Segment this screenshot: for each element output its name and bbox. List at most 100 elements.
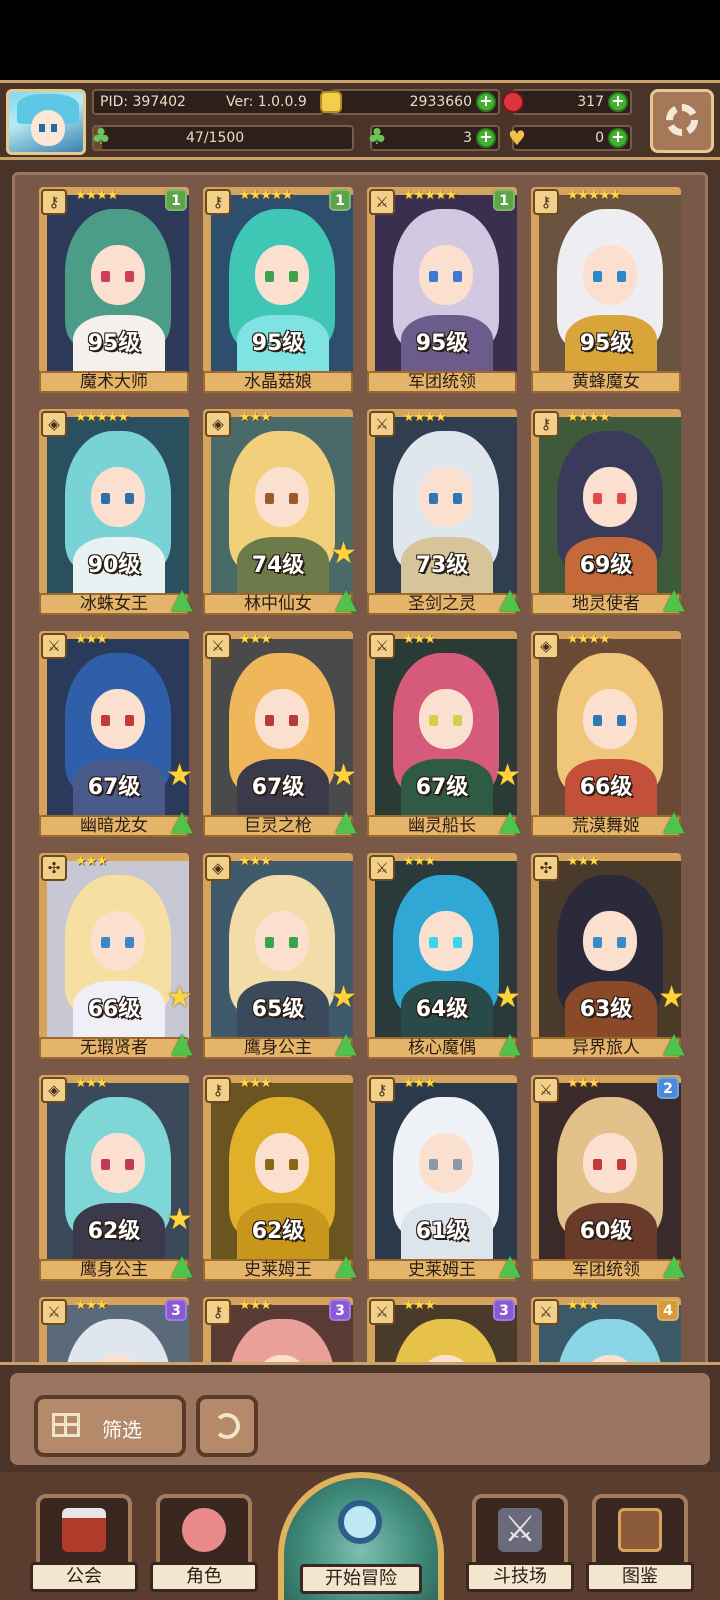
hero-card[interactable]: ⚔ ★★★ 3 [39, 1297, 189, 1367]
rarity-stars: ★★★★ [403, 410, 447, 425]
book-icon [618, 1508, 662, 1552]
cross-class-icon: ✣ [533, 855, 559, 881]
add-clover-button[interactable]: + [476, 128, 496, 148]
rarity-stars: ★★★ [239, 410, 272, 425]
ruby-icon [502, 91, 524, 113]
clover-counter: ♣ 3 + [367, 125, 500, 151]
rarity-stars: ★★★★★ [403, 188, 457, 203]
hero-card[interactable]: ◈ ★★★ 74级 林中仙女 ★ ▲ [203, 409, 357, 615]
hero-card[interactable]: ⚷ ★★★★ 1 95级 魔术大师 [39, 187, 189, 393]
hero-level: 95级 [579, 331, 633, 356]
gear-icon [666, 104, 698, 136]
filter-panel: 筛选 [0, 1362, 720, 1472]
add-gem-button[interactable]: + [608, 92, 628, 112]
key-class-icon: ⚷ [205, 1077, 231, 1103]
settings-button[interactable] [650, 89, 714, 153]
star-upgrade-icon: ★ [330, 758, 357, 793]
rarity-stars: ★★★ [239, 632, 272, 647]
hero-card[interactable]: ◈ ★★★ 62级 鹰身公主 ★ ▲ [39, 1075, 193, 1281]
hero-card[interactable]: ⚷ ★★★★★ 1 95级 水晶菇娘 [203, 187, 353, 393]
rarity-stars: ★★★★★ [75, 410, 129, 425]
shield-class-icon: ◈ [41, 1077, 67, 1103]
hero-name: 魔术大师 [39, 371, 189, 393]
hero-card[interactable]: ⚔ ★★★ 64级 核心魔偶 ★ ▲ [367, 853, 521, 1059]
shield-class-icon: ◈ [205, 411, 231, 437]
hero-card[interactable]: ⚔ ★★★★★ 1 95级 军团统领 [367, 187, 517, 393]
level-up-arrow-icon: ▲ [499, 1026, 521, 1059]
hero-name: 军团统领 [367, 371, 517, 393]
nav-adventure[interactable]: 开始冒险 [278, 1472, 444, 1600]
level-up-arrow-icon: ▲ [171, 1248, 193, 1281]
hero-card[interactable]: ⚔ ★★★ 4 [531, 1297, 681, 1367]
hero-card[interactable]: ✣ ★★★ 66级 无瑕贤者 ★ ▲ [39, 853, 193, 1059]
hero-card[interactable]: ⚔ ★★★ 67级 幽灵船长 ★ ▲ [367, 631, 521, 837]
hero-card[interactable]: ⚷ ★★★ 62级 史莱姆王 ▲ [203, 1075, 357, 1281]
rarity-stars: ★★★ [403, 632, 436, 647]
level-up-arrow-icon: ▲ [335, 582, 357, 615]
nav-codex[interactable]: 图鉴 [586, 1494, 694, 1592]
hero-card[interactable]: ⚷ ★★★ 61级 史莱姆王 ▲ [367, 1075, 521, 1281]
bottom-nav: 公会 角色 开始冒险 ⚔ 斗技场 图鉴 [0, 1472, 720, 1600]
hero-name: 黄蜂魔女 [531, 371, 681, 393]
hero-list-panel: ⚷ ★★★★ 1 95级 魔术大师 ⚷ ★★★★★ 1 95级 水晶菇娘 ⚔ ★… [0, 160, 720, 1370]
level-up-arrow-icon: ▲ [171, 804, 193, 837]
rarity-stars: ★★★ [239, 1298, 272, 1313]
hero-card[interactable]: ⚔ ★★★ 67级 巨灵之枪 ★ ▲ [203, 631, 357, 837]
hero-card[interactable]: ⚷ ★★★★★ 95级 黄蜂魔女 [531, 187, 681, 393]
sword-class-icon: ⚔ [369, 189, 395, 215]
gem-counter: 317 + [502, 89, 632, 115]
hero-grid[interactable]: ⚷ ★★★★ 1 95级 魔术大师 ⚷ ★★★★★ 1 95级 水晶菇娘 ⚔ ★… [12, 172, 708, 1370]
nav-roles[interactable]: 角色 [150, 1494, 258, 1592]
rarity-stars: ★★★ [403, 1298, 436, 1313]
rank-badge: 3 [329, 1299, 351, 1321]
level-up-arrow-icon: ▲ [663, 1026, 685, 1059]
hero-card[interactable]: ✣ ★★★ 63级 异界旅人 ★ ▲ [531, 853, 685, 1059]
refresh-button[interactable] [196, 1395, 258, 1457]
cross-class-icon: ✣ [41, 855, 67, 881]
rank-badge: 1 [165, 189, 187, 211]
nav-guild-label: 公会 [30, 1562, 138, 1592]
status-bar [0, 0, 720, 80]
nav-arena[interactable]: ⚔ 斗技场 [466, 1494, 574, 1592]
sword-class-icon: ⚔ [369, 411, 395, 437]
coin-value: 2933660 [409, 94, 472, 110]
add-coin-button[interactable]: + [476, 92, 496, 112]
hero-card[interactable]: ⚔ ★★★ 2 60级 军团统领 ▲ [531, 1075, 685, 1281]
pid-version-bar: PID: 397402 Ver: 1.0.0.9 [92, 89, 324, 115]
star-upgrade-icon: ★ [166, 758, 193, 793]
sword-class-icon: ⚔ [369, 633, 395, 659]
player-avatar[interactable] [6, 89, 86, 155]
hero-card[interactable]: ◈ ★★★★★ 90级 冰蛛女王 ▲ [39, 409, 193, 615]
hero-card[interactable]: ◈ ★★★★ 66级 荒漠舞姬 ▲ [531, 631, 685, 837]
star-upgrade-icon: ★ [330, 980, 357, 1015]
sword-class-icon: ⚔ [369, 1299, 395, 1325]
hero-card[interactable]: ⚔ ★★★ 67级 幽暗龙女 ★ ▲ [39, 631, 193, 837]
star-upgrade-icon: ★ [330, 536, 357, 571]
nav-guild[interactable]: 公会 [30, 1494, 138, 1592]
hero-card[interactable]: ⚔ ★★★ 3 [367, 1297, 517, 1367]
hero-card[interactable]: ⚷ ★★★★ 69级 地灵使者 ▲ [531, 409, 685, 615]
clover-icon: ♣ [367, 125, 387, 150]
sword-class-icon: ⚔ [533, 1077, 559, 1103]
add-bag-button[interactable]: + [608, 128, 628, 148]
gem-value: 317 [577, 94, 604, 110]
clover-value: 3 [463, 130, 472, 146]
hero-card[interactable]: ◈ ★★★ 65级 鹰身公主 ★ ▲ [203, 853, 357, 1059]
filter-button[interactable]: 筛选 [34, 1395, 186, 1457]
star-upgrade-icon: ★ [658, 980, 685, 1015]
nav-codex-label: 图鉴 [586, 1562, 694, 1592]
level-up-arrow-icon: ▲ [335, 804, 357, 837]
coin-counter: 2933660 + [320, 89, 500, 115]
rarity-stars: ★★★★ [75, 188, 119, 203]
rarity-stars: ★★★★ [567, 410, 611, 425]
key-class-icon: ⚷ [205, 1299, 231, 1325]
rank-badge: 2 [657, 1077, 679, 1099]
star-upgrade-icon: ★ [494, 758, 521, 793]
hero-level: 73级 [415, 553, 469, 578]
shield-class-icon: ◈ [41, 411, 67, 437]
rarity-stars: ★★★★ [567, 632, 611, 647]
level-up-arrow-icon: ▲ [663, 1248, 685, 1281]
hero-card[interactable]: ⚔ ★★★★ 73级 圣剑之灵 ▲ [367, 409, 521, 615]
sword-class-icon: ⚔ [41, 1299, 67, 1325]
hero-card[interactable]: ⚷ ★★★ 3 [203, 1297, 353, 1367]
